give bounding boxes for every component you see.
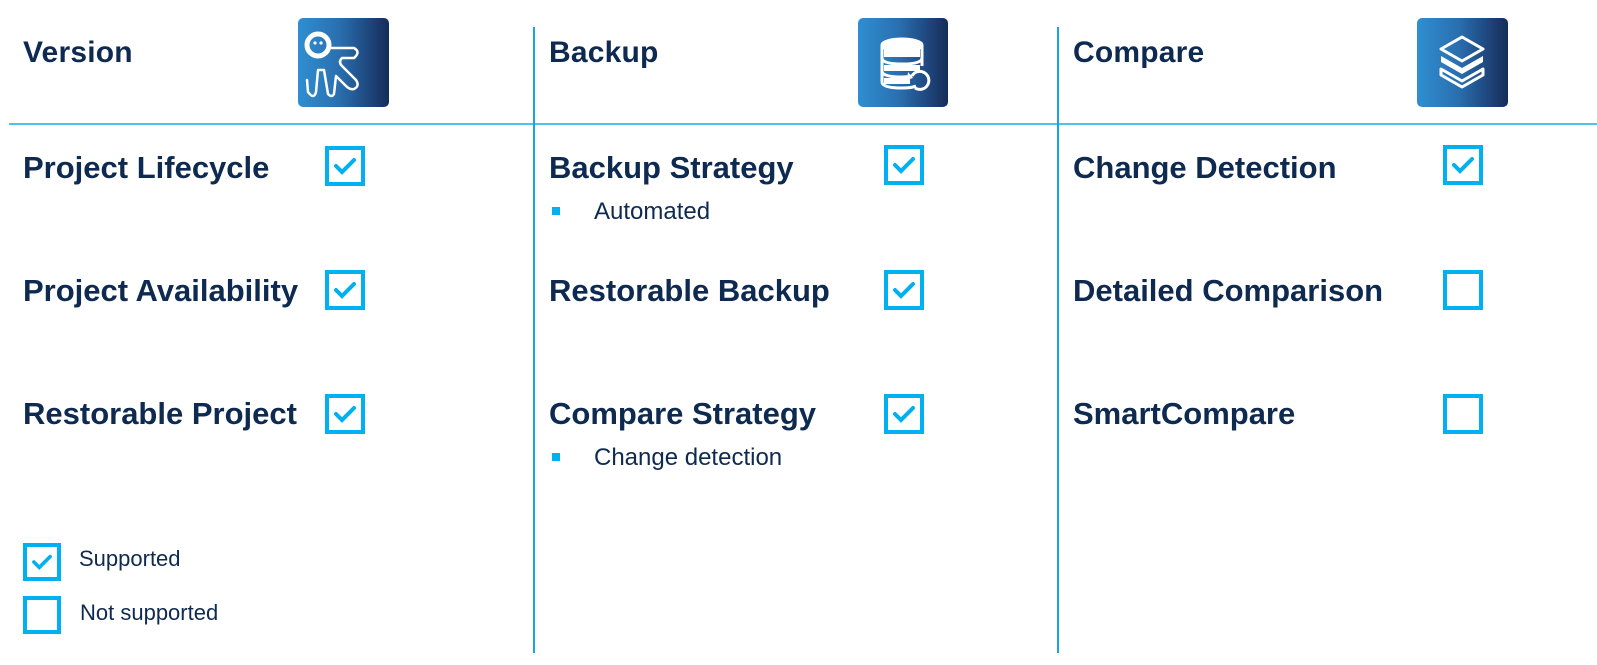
header-divider bbox=[9, 123, 1597, 125]
checkmark-icon bbox=[334, 158, 356, 175]
feature-label: Restorable Backup bbox=[549, 273, 830, 308]
supported-checkbox bbox=[325, 394, 365, 434]
supported-checkbox bbox=[884, 270, 924, 310]
column-title: Compare bbox=[1073, 36, 1205, 69]
feature-label: Detailed Comparison bbox=[1073, 273, 1384, 308]
supported-checkbox bbox=[325, 270, 365, 310]
checkmark-icon bbox=[1452, 157, 1474, 174]
feature-label: Backup Strategy bbox=[549, 150, 794, 185]
checkmark-icon bbox=[893, 157, 915, 174]
supported-checkbox bbox=[884, 145, 924, 185]
not-supported-checkbox bbox=[1443, 394, 1483, 434]
supported-checkbox bbox=[884, 394, 924, 434]
checkmark-icon bbox=[893, 406, 915, 423]
feature-sub-item: Change detection bbox=[594, 444, 783, 471]
feature-label: Project Lifecycle bbox=[23, 150, 270, 185]
checkmark-icon bbox=[334, 282, 356, 299]
supported-checkbox bbox=[325, 146, 365, 186]
column-title: Version bbox=[23, 36, 133, 69]
not-supported-checkbox bbox=[1443, 270, 1483, 310]
database-restore-icon bbox=[858, 18, 948, 107]
layers-icon bbox=[1417, 18, 1508, 107]
column-title: Backup bbox=[549, 36, 659, 69]
column-divider-2 bbox=[1057, 27, 1059, 653]
legend-not-supported-label: Not supported bbox=[80, 600, 219, 625]
feature-label: Compare Strategy bbox=[549, 396, 817, 431]
feature-label: Change Detection bbox=[1073, 150, 1337, 185]
feature-label: Project Availability bbox=[23, 273, 299, 308]
legend-supported-checkbox bbox=[23, 543, 61, 581]
legend-supported-label: Supported bbox=[79, 546, 181, 571]
bullet-icon bbox=[552, 207, 560, 215]
feature-sub-item: Automated bbox=[594, 198, 711, 225]
checkmark-icon bbox=[32, 554, 52, 570]
column-divider-1 bbox=[533, 27, 535, 653]
checkmark-icon bbox=[893, 282, 915, 299]
feature-label: SmartCompare bbox=[1073, 396, 1296, 431]
legend-not-supported-checkbox bbox=[23, 596, 61, 634]
bullet-icon bbox=[552, 453, 560, 461]
octopus-icon bbox=[298, 18, 389, 107]
supported-checkbox bbox=[1443, 145, 1483, 185]
feature-label: Restorable Project bbox=[23, 396, 297, 431]
checkmark-icon bbox=[334, 406, 356, 423]
